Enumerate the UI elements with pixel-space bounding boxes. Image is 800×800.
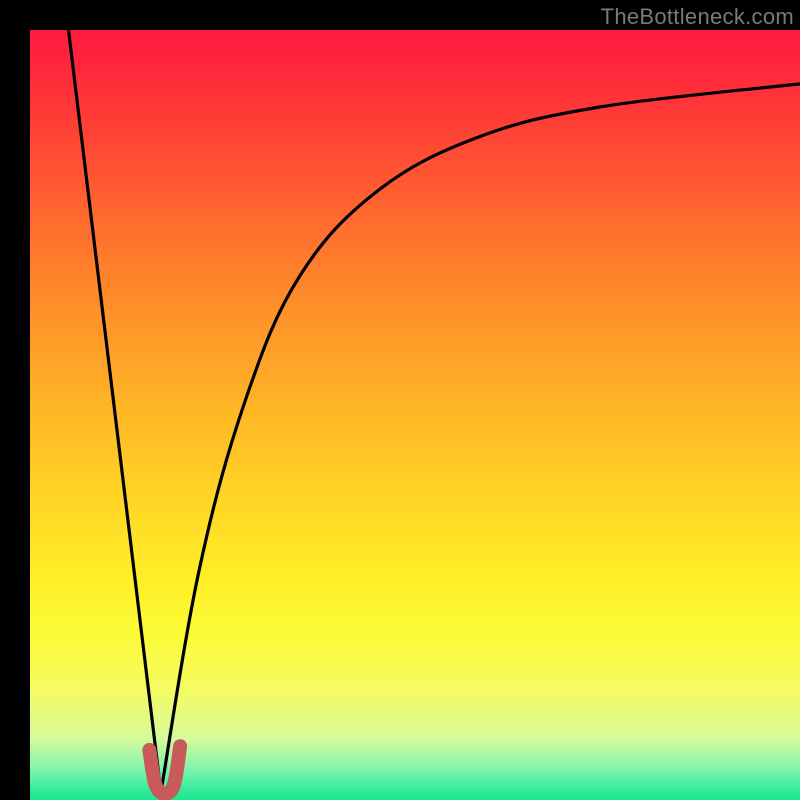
bottleneck-curve [69, 30, 800, 792]
chart-frame: TheBottleneck.com [0, 0, 800, 800]
watermark-text: TheBottleneck.com [601, 4, 794, 30]
plot-area [30, 30, 800, 800]
curve-layer [30, 30, 800, 800]
